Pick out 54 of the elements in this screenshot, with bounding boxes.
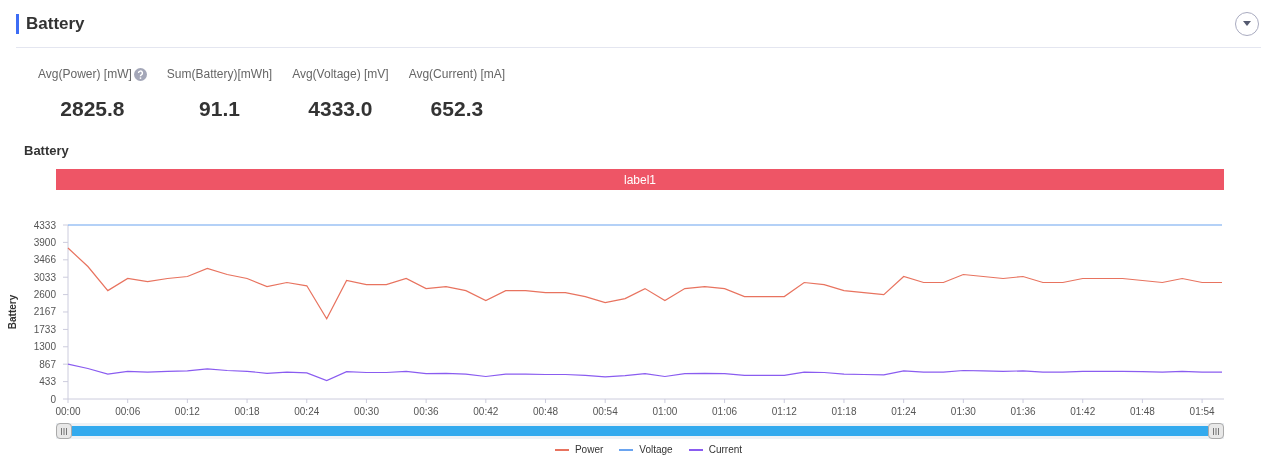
stat-label: Avg(Power) [mW]	[38, 66, 132, 83]
legend-item[interactable]: Power	[554, 442, 604, 457]
y-tick-label: 3033	[33, 271, 56, 283]
x-tick-label: 01:48	[1129, 406, 1155, 417]
x-tick-label: 00:06	[115, 406, 141, 417]
y-tick-label: 1300	[33, 341, 56, 353]
y-tick-label: 433	[39, 376, 56, 388]
section-title: Battery	[26, 12, 85, 35]
legend-item[interactable]: Voltage	[619, 442, 673, 457]
x-tick-label: 01:54	[1189, 406, 1215, 417]
x-tick-label: 01:00	[652, 406, 678, 417]
stat-label: Sum(Battery)[mWh]	[166, 66, 273, 83]
x-tick-label: 00:42	[473, 406, 499, 417]
x-tick-label: 00:54	[592, 406, 618, 417]
x-tick-label: 00:36	[413, 406, 439, 417]
stat-label: Avg(Voltage) [mV]	[292, 66, 389, 83]
y-tick-label: 2600	[33, 289, 56, 301]
stat-value: 652.3	[430, 96, 484, 122]
stat-value: 4333.0	[308, 96, 373, 122]
x-tick-label: 01:24	[891, 406, 917, 417]
chart-title: Battery	[24, 141, 69, 160]
x-tick-label: 00:30	[353, 406, 379, 417]
legend-item[interactable]: Current	[688, 442, 743, 457]
x-tick-label: 01:42	[1070, 406, 1096, 417]
y-tick-label: 3466	[33, 254, 56, 266]
x-tick-label: 01:18	[831, 406, 857, 417]
x-tick-label: 01:06	[712, 406, 738, 417]
y-tick-label: 1733	[33, 323, 56, 335]
slider-handle[interactable]	[56, 423, 72, 439]
stat-label: Avg(Current) [mA]	[408, 66, 506, 83]
y-tick-label: 3900	[33, 236, 56, 248]
y-tick-label: 0	[50, 393, 56, 405]
grip-icon	[61, 427, 67, 435]
help-icon[interactable]	[133, 67, 147, 81]
y-tick-label: 2167	[33, 306, 56, 318]
grip-icon	[1213, 427, 1219, 435]
caret-down-icon	[1243, 21, 1251, 26]
x-tick-label: 00:48	[533, 406, 559, 417]
y-tick-label: 867	[39, 358, 56, 370]
y-tick-label: 4333	[33, 219, 56, 231]
y-axis-title: Battery	[7, 294, 18, 330]
x-tick-label: 01:30	[950, 406, 976, 417]
stat-value: 91.1	[199, 96, 240, 122]
label-band: label1	[56, 169, 1224, 190]
stat-value: 2825.8	[60, 96, 125, 122]
x-tick-label: 00:18	[234, 406, 260, 417]
x-tick-label: 01:12	[771, 406, 797, 417]
range-slider[interactable]	[56, 423, 1224, 439]
x-tick-label: 01:36	[1010, 406, 1036, 417]
x-tick-label: 00:24	[294, 406, 320, 417]
x-tick-label: 00:00	[55, 406, 81, 417]
accent-bar	[16, 13, 19, 34]
slider-handle[interactable]	[1208, 423, 1224, 439]
x-tick-label: 00:12	[174, 406, 200, 417]
